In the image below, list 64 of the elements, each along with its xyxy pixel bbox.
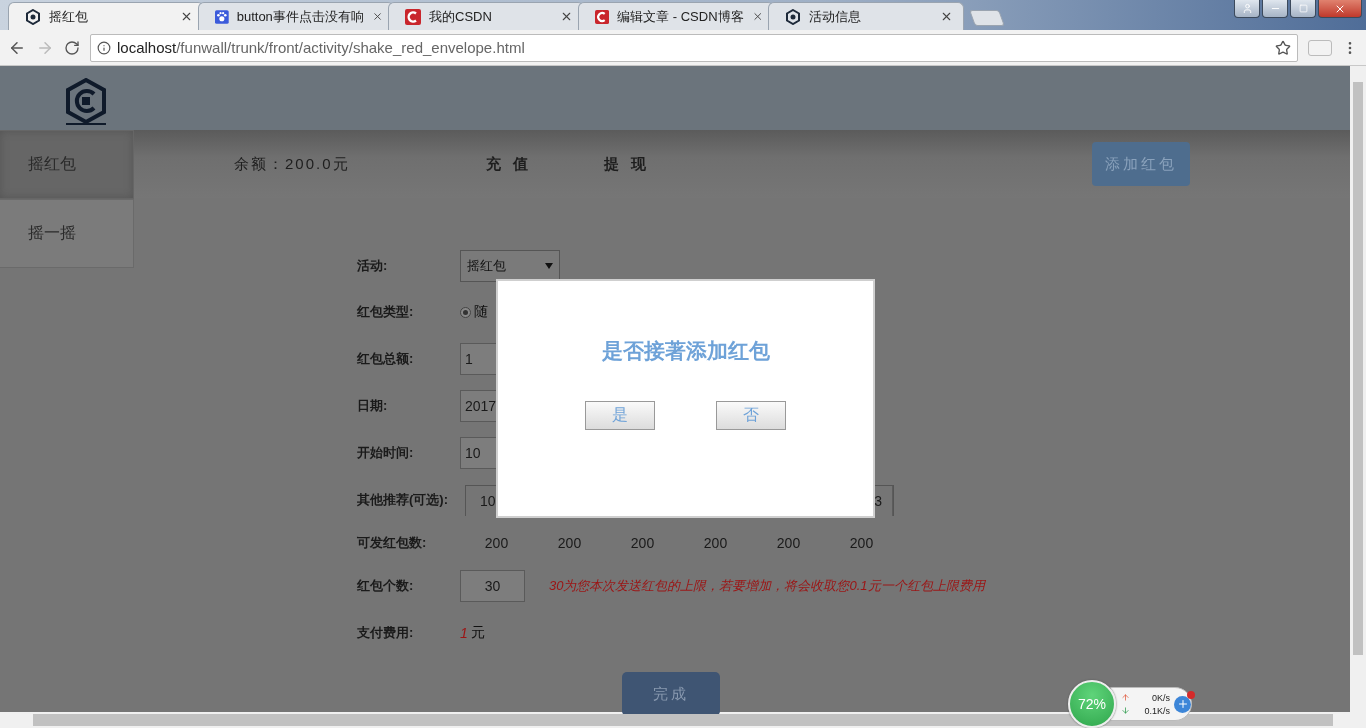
hexagon-logo-icon (64, 78, 108, 126)
radio-label: 随 (474, 303, 488, 321)
field-label: 其他推荐(可选): (357, 491, 449, 509)
field-label: 支付费用: (357, 623, 415, 642)
close-icon[interactable] (180, 10, 193, 23)
count-value: 200 (629, 535, 656, 551)
count-value: 200 (702, 535, 729, 551)
radio-button[interactable] (460, 306, 471, 318)
submit-button[interactable]: 完成 (622, 672, 720, 716)
maximize-button[interactable] (1290, 0, 1316, 18)
input-field[interactable]: 30 (460, 569, 525, 602)
sidebar-item[interactable]: 摇红包 (0, 130, 134, 199)
c-logo-icon (405, 8, 421, 25)
activity-select[interactable]: 摇红包 (460, 249, 560, 282)
add-envelope-button[interactable]: 添加红包 (1092, 142, 1190, 186)
dialog-button[interactable]: 否 (716, 401, 786, 430)
close-button[interactable] (1318, 0, 1362, 18)
field-label: 红包个数: (357, 576, 415, 595)
close-icon[interactable] (940, 10, 953, 23)
address-bar[interactable]: localhost/funwall/trunk/front/activity/shake_red_envelope.html (90, 33, 1298, 62)
horizontal-scrollbar[interactable] (0, 712, 1366, 728)
upload-speed: 0K/s (1152, 692, 1170, 703)
count-value: 200 (775, 535, 802, 551)
browser-tab[interactable]: 活动信息 (768, 2, 964, 30)
close-icon[interactable] (751, 10, 763, 23)
hexagon-logo-icon (785, 8, 801, 25)
toolbar-link[interactable]: 充 值 (485, 154, 532, 174)
vertical-scrollbar[interactable] (1350, 66, 1366, 712)
user-icon (1241, 3, 1253, 14)
notification-dot (1187, 690, 1195, 699)
minimize-button[interactable] (1262, 0, 1288, 18)
reload-icon[interactable] (64, 39, 80, 56)
field-label: 开始时间: (357, 443, 415, 462)
close-icon[interactable] (371, 10, 383, 23)
download-icon (1121, 706, 1130, 715)
fee-unit: 元 (470, 623, 485, 642)
info-icon (97, 40, 111, 55)
field-label: 红包总额: (357, 349, 415, 368)
field-label: 日期: (357, 396, 389, 415)
bookmark-star-icon[interactable] (1275, 39, 1291, 56)
count-value: 200 (848, 535, 875, 551)
dialog-button[interactable]: 是 (585, 401, 655, 430)
recommend-value: 3 (874, 492, 882, 509)
upload-icon (1121, 693, 1130, 702)
field-label: 红包类型: (357, 303, 415, 321)
close-icon[interactable] (560, 10, 573, 23)
field-label: 活动: (357, 256, 389, 275)
sidebar-item[interactable]: 摇一摇 (0, 199, 134, 268)
c-logo-icon (595, 8, 610, 25)
download-speed: 0.1K/s (1144, 705, 1170, 716)
dropdown-arrow-icon (545, 262, 553, 269)
balance-text: 余额：200.0元 (234, 154, 350, 174)
maximize-icon (1298, 4, 1308, 13)
hexagon-logo-icon (25, 8, 41, 25)
plus-icon (1176, 698, 1189, 710)
dialog-title: 是否接著添加红包 (601, 338, 770, 364)
recommend-value: 10 (480, 492, 496, 509)
user-button[interactable] (1234, 0, 1260, 18)
count-value: 200 (483, 535, 510, 551)
toolbar-link[interactable]: 提 现 (603, 154, 650, 174)
paw-icon (215, 8, 229, 25)
count-value: 200 (556, 535, 583, 551)
fee-amount: 1 (460, 624, 468, 641)
field-label: 可发红包数: (357, 534, 428, 552)
